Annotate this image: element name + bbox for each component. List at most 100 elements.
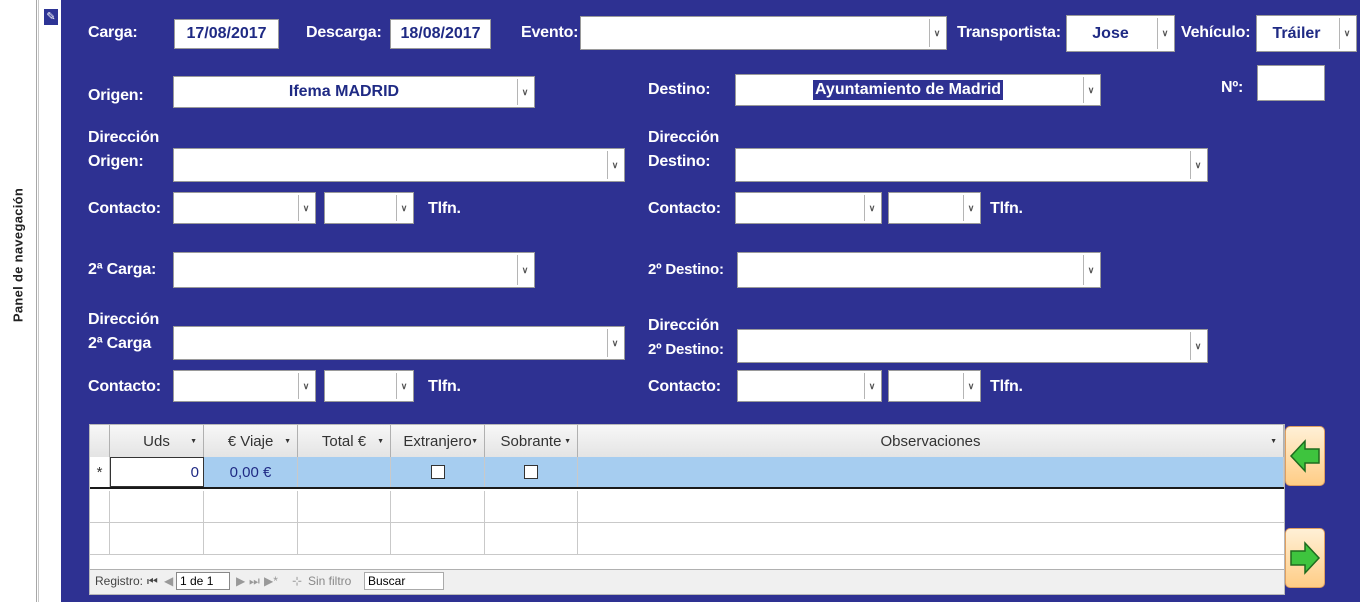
column-header-total[interactable]: Total € ▼: [298, 425, 391, 457]
column-header-sobrante[interactable]: Sobrante ▼: [485, 425, 578, 457]
next-record-icon[interactable]: ▶: [236, 574, 245, 588]
total-cell[interactable]: [298, 457, 391, 487]
column-header-observaciones[interactable]: Observaciones ▼: [578, 425, 1284, 457]
direccion-destino-combo[interactable]: ∨: [735, 148, 1208, 182]
chevron-down-icon[interactable]: ∨: [298, 195, 313, 221]
contacto-destino-combo[interactable]: ∨: [735, 192, 882, 224]
chevron-down-icon[interactable]: ∨: [1157, 18, 1172, 49]
sort-arrow-icon[interactable]: ▼: [471, 438, 478, 445]
chevron-down-icon[interactable]: ∨: [1339, 18, 1354, 49]
contacto-origen-phone-combo[interactable]: ∨: [324, 192, 414, 224]
uds-cell[interactable]: 0: [110, 457, 204, 487]
transportista-label: Transportista:: [957, 24, 1061, 41]
contacto-segundo-destino-label: Contacto:: [648, 378, 721, 395]
segunda-carga-combo[interactable]: ∨: [173, 252, 535, 288]
destino-value-wrap: Ayuntamiento de Madrid: [736, 75, 1080, 105]
direccion-segunda-carga-combo[interactable]: ∨: [173, 326, 625, 360]
contacto-destino-phone-combo[interactable]: ∨: [888, 192, 981, 224]
chevron-down-icon[interactable]: ∨: [517, 79, 532, 105]
direccion-origen-combo[interactable]: ∨: [173, 148, 625, 182]
contacto-segunda-carga-combo[interactable]: ∨: [173, 370, 316, 402]
search-input[interactable]: Buscar: [364, 572, 445, 590]
column-header-extranjero[interactable]: Extranjero ▼: [391, 425, 485, 457]
chevron-down-icon[interactable]: ∨: [1083, 77, 1098, 103]
chevron-down-icon[interactable]: ∨: [396, 195, 411, 221]
descarga-date-field[interactable]: 18/08/2017: [390, 19, 491, 49]
carga-label: Carga:: [88, 24, 138, 41]
arrow-left-icon: [1289, 439, 1320, 473]
contacto-segundo-destino-phone-combo[interactable]: ∨: [888, 370, 981, 402]
sin-filtro-button[interactable]: Sin filtro: [308, 574, 351, 588]
chevron-down-icon[interactable]: ∨: [607, 329, 622, 357]
chevron-down-icon[interactable]: ∨: [298, 373, 313, 399]
evento-combo[interactable]: ∨: [580, 16, 947, 50]
chevron-down-icon[interactable]: ∨: [963, 195, 978, 221]
record-selector-strip[interactable]: [40, 0, 62, 602]
direccion-origen-label-line1: Dirección: [88, 129, 160, 146]
viaje-cell[interactable]: 0,00 €: [204, 457, 298, 487]
sobrante-cell[interactable]: [485, 457, 578, 487]
chevron-down-icon[interactable]: ∨: [607, 151, 622, 179]
transportista-value: Jose: [1092, 24, 1129, 42]
last-record-icon[interactable]: ⏭: [249, 574, 260, 589]
origen-value: Ifema MADRID: [288, 83, 400, 100]
forward-button[interactable]: [1285, 528, 1325, 588]
first-record-icon[interactable]: ⏮: [147, 574, 158, 589]
column-header-uds[interactable]: Uds ▼: [110, 425, 204, 457]
carga-date-field[interactable]: 17/08/2017: [174, 19, 279, 49]
table-row-new[interactable]: * 0 0,00 €: [90, 457, 1284, 489]
extranjero-checkbox[interactable]: [430, 465, 445, 479]
chevron-down-icon[interactable]: ∨: [864, 195, 879, 221]
column-header-extranjero-label: Extranjero: [403, 432, 472, 450]
navigation-pane[interactable]: Panel de navegación: [0, 0, 37, 602]
contacto-segundo-destino-combo[interactable]: ∨: [737, 370, 882, 402]
empty-cell: [110, 491, 204, 522]
sort-arrow-icon[interactable]: ▼: [1270, 438, 1277, 445]
direccion-segundo-destino-value: [738, 330, 1187, 362]
back-button[interactable]: [1285, 426, 1325, 486]
sort-arrow-icon[interactable]: ▼: [284, 438, 291, 445]
navigation-pane-divider: [38, 0, 39, 602]
row-selector-empty: [90, 523, 110, 554]
empty-cell: [204, 523, 298, 554]
filter-icon[interactable]: ⊹: [292, 574, 302, 588]
select-all-cell[interactable]: [90, 425, 110, 457]
origen-combo[interactable]: Ifema MADRID ∨: [173, 76, 535, 108]
chevron-down-icon[interactable]: ∨: [517, 255, 532, 285]
previous-record-icon[interactable]: ◀: [164, 574, 173, 588]
chevron-down-icon[interactable]: ∨: [864, 373, 879, 399]
extranjero-cell[interactable]: [391, 457, 485, 487]
observaciones-cell[interactable]: [578, 457, 1284, 487]
detail-datasheet[interactable]: Uds ▼ € Viaje ▼ Total € ▼ Extranjero ▼ Sobra…: [89, 424, 1285, 595]
sort-arrow-icon[interactable]: ▼: [564, 438, 571, 445]
navigation-pane-label[interactable]: Panel de navegación: [11, 188, 26, 322]
chevron-down-icon[interactable]: ∨: [963, 373, 978, 399]
datasheet-header: Uds ▼ € Viaje ▼ Total € ▼ Extranjero ▼ Sobra…: [90, 425, 1284, 458]
new-record-icon[interactable]: ▶*: [264, 574, 278, 588]
sobrante-checkbox[interactable]: [524, 465, 538, 479]
column-header-viaje[interactable]: € Viaje ▼: [204, 425, 298, 457]
empty-cell: [298, 491, 391, 522]
numero-field[interactable]: [1257, 65, 1325, 101]
direccion-segundo-destino-combo[interactable]: ∨: [737, 329, 1208, 363]
destino-combo[interactable]: Ayuntamiento de Madrid ∨: [735, 74, 1101, 106]
chevron-down-icon[interactable]: ∨: [1190, 151, 1205, 179]
contacto-segunda-carga-label: Contacto:: [88, 378, 161, 395]
chevron-down-icon[interactable]: ∨: [1190, 332, 1205, 360]
direccion-segunda-carga-label-line2: 2ª Carga: [88, 335, 152, 352]
current-record-field[interactable]: 1 de 1: [176, 572, 231, 590]
sort-arrow-icon[interactable]: ▼: [190, 438, 197, 445]
vehiculo-label: Vehículo:: [1181, 24, 1251, 41]
column-header-viaje-label: € Viaje: [227, 432, 274, 450]
segundo-destino-combo[interactable]: ∨: [737, 252, 1101, 288]
sort-arrow-icon[interactable]: ▼: [377, 438, 384, 445]
transportista-combo[interactable]: Jose ∨: [1066, 15, 1175, 52]
contacto-segunda-carga-phone-combo[interactable]: ∨: [324, 370, 414, 402]
contacto-origen-combo[interactable]: ∨: [173, 192, 316, 224]
chevron-down-icon[interactable]: ∨: [929, 19, 944, 47]
descarga-label: Descarga:: [306, 24, 382, 41]
chevron-down-icon[interactable]: ∨: [396, 373, 411, 399]
vehiculo-combo[interactable]: Tráiler ∨: [1256, 15, 1357, 52]
tlfn-segunda-carga-label: Tlfn.: [428, 378, 461, 395]
chevron-down-icon[interactable]: ∨: [1083, 255, 1098, 285]
